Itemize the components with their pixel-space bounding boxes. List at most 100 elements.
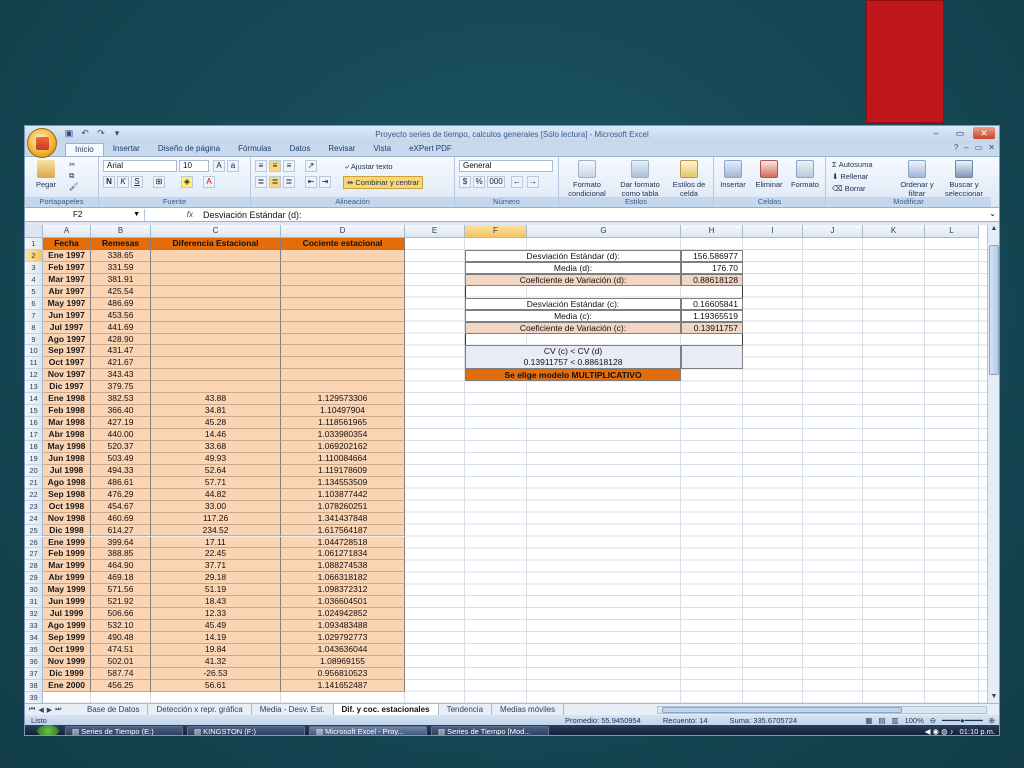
column-header[interactable]: D — [281, 225, 405, 238]
chevron-down-icon[interactable]: ▼ — [133, 209, 140, 221]
zoom-level[interactable]: 100% — [905, 716, 924, 725]
scroll-down-icon[interactable]: ▼ — [988, 693, 999, 703]
formula-input[interactable]: Desviación Estándar (d): — [199, 210, 999, 220]
tab-formulas[interactable]: Fórmulas — [229, 143, 280, 156]
row-header[interactable]: 22 — [25, 488, 43, 501]
remesas-cell[interactable]: 571.56 — [91, 584, 151, 597]
cv-c-label[interactable]: Coeficiente de Variación (c): — [465, 321, 681, 334]
tab-expert-pdf[interactable]: eXPert PDF — [400, 143, 461, 156]
diferencia-cell[interactable] — [151, 345, 281, 358]
taskbar-item-kingston[interactable]: ▤ KINGSTON (F:) — [187, 725, 305, 735]
row-header[interactable]: 27 — [25, 548, 43, 561]
remesas-cell[interactable]: 614.27 — [91, 524, 151, 537]
diferencia-cell[interactable] — [151, 285, 281, 298]
currency-icon[interactable]: $ — [459, 176, 471, 188]
remesas-cell[interactable]: 460.69 — [91, 512, 151, 525]
diferencia-cell[interactable]: 44.82 — [151, 488, 281, 501]
mean-c-label[interactable]: Media (c): — [465, 309, 681, 322]
fill-button[interactable]: ⬇ Rellenar — [832, 172, 868, 181]
cut-icon[interactable]: ✂ — [69, 160, 75, 169]
taskbar-item-series-folder[interactable]: ▤ Series de Tiempo (E:) — [65, 725, 183, 735]
remesas-cell[interactable]: 502.01 — [91, 655, 151, 668]
diferencia-cell[interactable]: 12.33 — [151, 608, 281, 621]
cociente-cell[interactable] — [281, 261, 405, 274]
cociente-cell[interactable]: 1.08969155 — [281, 655, 405, 668]
diferencia-cell[interactable]: 37.71 — [151, 560, 281, 573]
clear-button[interactable]: ⌫ Borrar — [832, 184, 866, 193]
shrink-font-icon[interactable]: a — [227, 160, 239, 172]
grow-font-icon[interactable]: A — [213, 160, 225, 172]
row-header[interactable]: 28 — [25, 560, 43, 573]
scroll-up-icon[interactable]: ▲ — [988, 225, 999, 235]
date-cell[interactable]: Oct 1999 — [43, 643, 91, 656]
sheet-tab-deteccion[interactable]: Detección x repr. gráfica — [148, 704, 252, 715]
decrease-decimal-icon[interactable]: → — [527, 176, 539, 188]
align-left-icon[interactable]: ≣ — [255, 176, 267, 188]
diferencia-cell[interactable]: 33.00 — [151, 500, 281, 513]
date-cell[interactable]: Ene 1999 — [43, 536, 91, 549]
row-header[interactable]: 39 — [25, 691, 43, 703]
ribbon-close-icon[interactable]: ✕ — [988, 143, 995, 152]
date-cell[interactable]: May 1998 — [43, 440, 91, 453]
sheet-tab-tendencia[interactable]: Tendencia — [439, 704, 493, 715]
column-header[interactable]: A — [43, 225, 91, 238]
bold-icon[interactable]: N — [103, 176, 115, 188]
number-format-select[interactable]: General — [459, 160, 553, 172]
row-header[interactable]: 3 — [25, 261, 43, 274]
tray-icons[interactable]: ◀ ◉ ◍ ♪ — [925, 727, 954, 736]
undo-icon[interactable]: ↶ — [79, 128, 91, 139]
office-button[interactable] — [27, 128, 57, 158]
remesas-cell[interactable]: 343.43 — [91, 369, 151, 382]
table-header-cell[interactable]: Diferencia Estacional — [151, 238, 281, 250]
diferencia-cell[interactable]: 22.45 — [151, 548, 281, 561]
diferencia-cell[interactable] — [151, 357, 281, 370]
conditional-format-button[interactable]: Formato condicional — [561, 160, 613, 198]
diferencia-cell[interactable]: 52.64 — [151, 464, 281, 477]
minimize-icon[interactable]: – — [925, 127, 947, 139]
next-sheet-icon[interactable]: ▶ — [47, 706, 52, 714]
remesas-cell[interactable]: 431.47 — [91, 345, 151, 358]
diferencia-cell[interactable] — [151, 369, 281, 382]
increase-decimal-icon[interactable]: ← — [511, 176, 523, 188]
mean-c-value[interactable]: 1.19365519 — [681, 309, 743, 322]
column-header[interactable]: I — [743, 225, 803, 238]
tab-inicio[interactable]: Inicio — [65, 143, 104, 156]
percent-icon[interactable]: % — [473, 176, 485, 188]
date-cell[interactable]: Mar 1997 — [43, 273, 91, 286]
cociente-cell[interactable]: 1.110084664 — [281, 452, 405, 465]
row-header[interactable]: 23 — [25, 500, 43, 513]
diferencia-cell[interactable]: 33.68 — [151, 440, 281, 453]
date-cell[interactable]: Oct 1997 — [43, 357, 91, 370]
row-header[interactable]: 16 — [25, 417, 43, 430]
ribbon-minimize-icon[interactable]: – — [964, 143, 968, 152]
date-cell[interactable]: Oct 1998 — [43, 500, 91, 513]
cociente-cell[interactable]: 1.093483488 — [281, 620, 405, 633]
diferencia-cell[interactable]: 51.19 — [151, 584, 281, 597]
diferencia-cell[interactable] — [151, 261, 281, 274]
remesas-cell[interactable]: 474.51 — [91, 643, 151, 656]
diferencia-cell[interactable] — [151, 297, 281, 310]
row-header[interactable]: 15 — [25, 405, 43, 418]
remesas-cell[interactable]: 425.54 — [91, 285, 151, 298]
mean-d-label[interactable]: Media (d): — [465, 261, 681, 274]
paste-button[interactable]: Pegar — [31, 160, 61, 189]
remesas-cell[interactable]: 490.48 — [91, 632, 151, 644]
column-header[interactable]: F — [465, 225, 527, 238]
row-header[interactable]: 38 — [25, 679, 43, 692]
row-header[interactable]: 24 — [25, 512, 43, 525]
cociente-cell[interactable] — [281, 333, 405, 346]
date-cell[interactable]: Abr 1998 — [43, 429, 91, 441]
row-header[interactable]: 37 — [25, 667, 43, 680]
diferencia-cell[interactable]: 19.84 — [151, 643, 281, 656]
row-header[interactable]: 7 — [25, 309, 43, 322]
diferencia-cell[interactable]: 43.88 — [151, 393, 281, 406]
cociente-cell[interactable]: 1.024942852 — [281, 608, 405, 621]
align-right-icon[interactable]: ≣ — [283, 176, 295, 188]
remesas-cell[interactable]: 399.64 — [91, 536, 151, 549]
diferencia-cell[interactable] — [151, 381, 281, 394]
column-header[interactable]: B — [91, 225, 151, 238]
remesas-cell[interactable]: 486.69 — [91, 297, 151, 310]
save-icon[interactable]: ▣ — [63, 128, 75, 139]
font-name-select[interactable]: Arial — [103, 160, 177, 172]
row-header[interactable]: 19 — [25, 452, 43, 465]
